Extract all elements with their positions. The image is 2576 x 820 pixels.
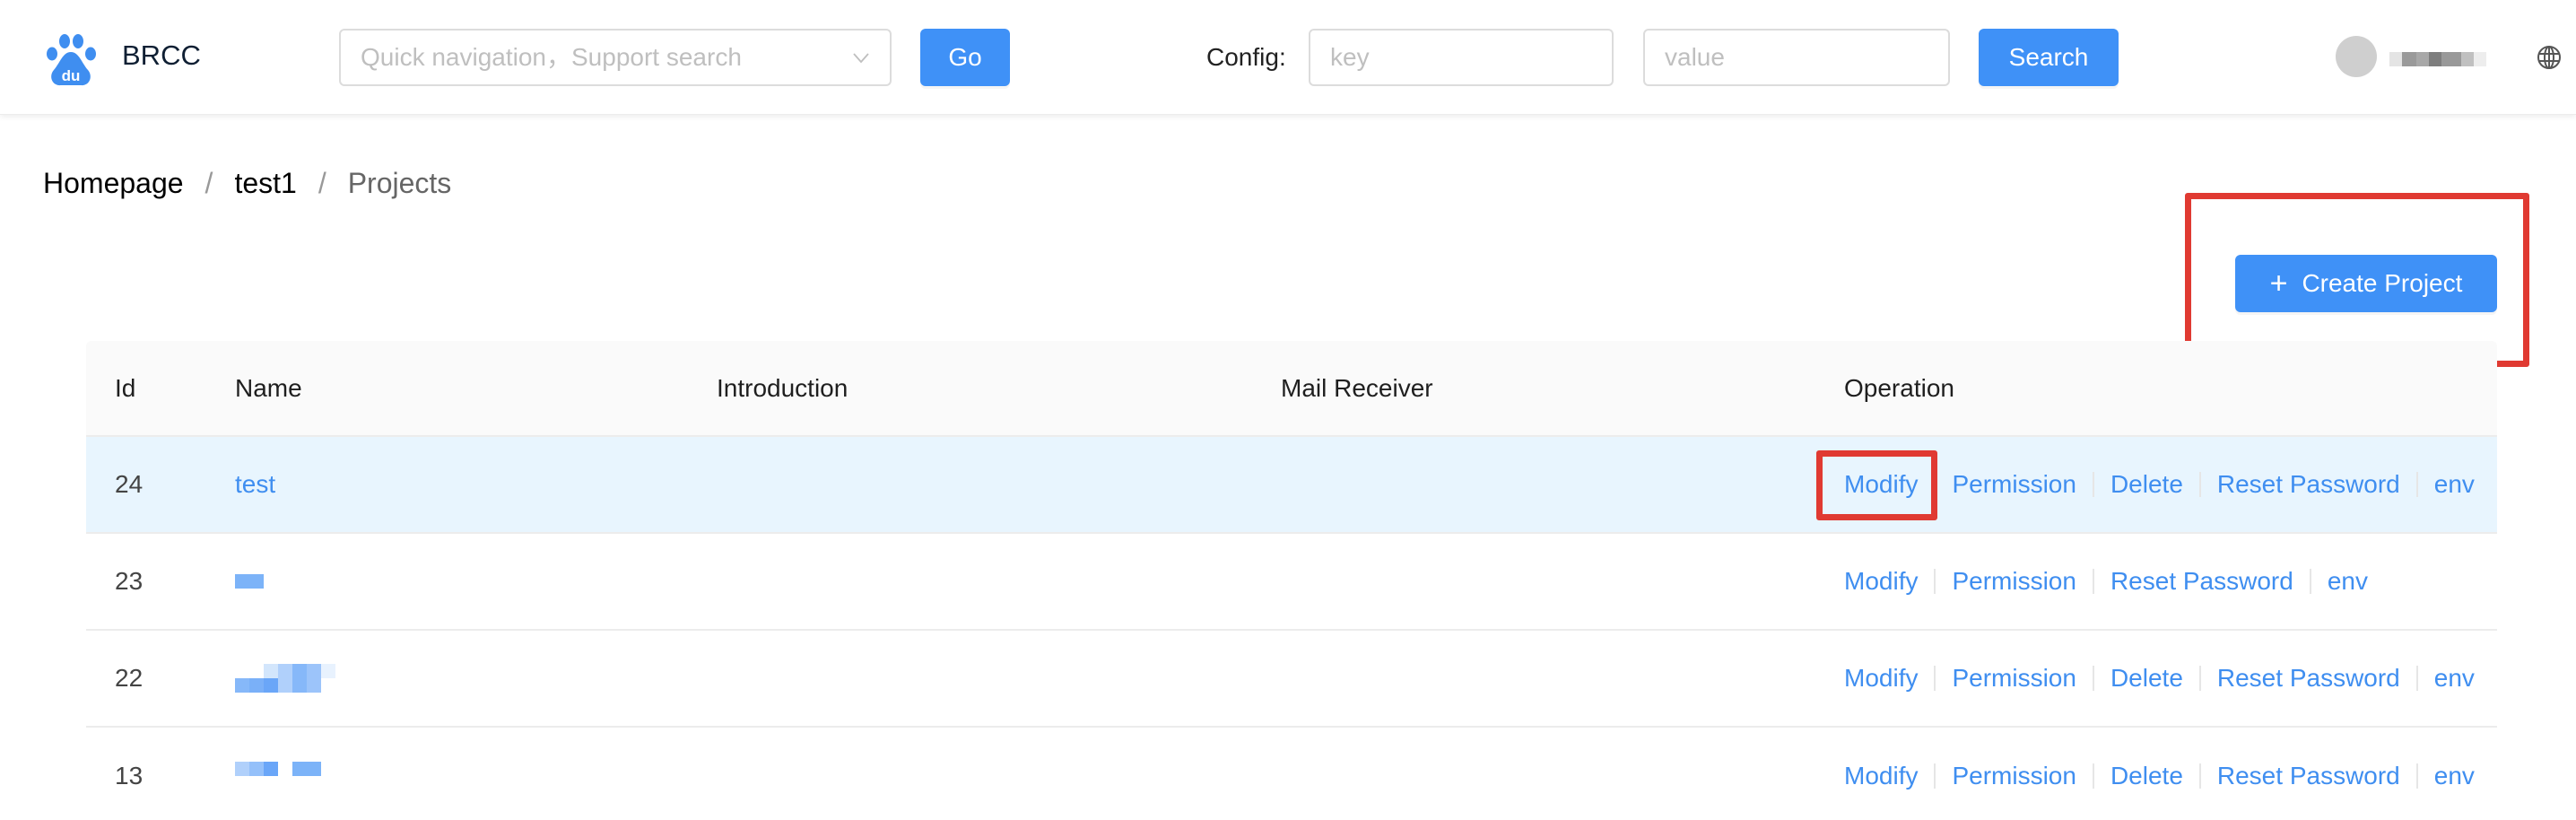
- row-id: 23: [115, 567, 144, 595]
- permission-link[interactable]: Permission: [1952, 664, 2076, 693]
- table-row: 22 Modify Permission Delete Reset Passwo…: [86, 631, 2497, 728]
- divider: [2092, 569, 2094, 594]
- breadcrumb: Homepage / test1 / Projects: [43, 167, 451, 200]
- app-brand[interactable]: BRCC: [122, 39, 201, 72]
- username-obscured[interactable]: [2389, 52, 2506, 66]
- env-link[interactable]: env: [2328, 567, 2368, 596]
- divider: [1934, 666, 1936, 691]
- row-operations: Modify Permission Delete Reset Password …: [1844, 728, 2475, 820]
- svg-text:du: du: [62, 67, 81, 84]
- breadcrumb-projects: Projects: [347, 167, 452, 199]
- divider: [2415, 763, 2418, 789]
- config-value-field[interactable]: [1643, 29, 1950, 86]
- breadcrumb-product[interactable]: test1: [234, 167, 296, 200]
- env-link[interactable]: env: [2434, 762, 2475, 790]
- permission-link[interactable]: Permission: [1952, 567, 2076, 596]
- env-link[interactable]: env: [2434, 664, 2475, 693]
- modify-link[interactable]: Modify: [1844, 567, 1918, 596]
- divider: [1934, 472, 1936, 497]
- project-name-obscured[interactable]: [235, 534, 264, 629]
- divider: [1934, 763, 1936, 789]
- config-key-input[interactable]: [1310, 31, 1612, 84]
- plus-icon: +: [2269, 266, 2288, 301]
- divider: [2415, 666, 2418, 691]
- divider: [2092, 763, 2094, 789]
- globe-language-icon[interactable]: [2537, 45, 2562, 70]
- divider: [2198, 472, 2201, 497]
- modify-link[interactable]: Modify: [1844, 470, 1918, 499]
- go-button[interactable]: Go: [920, 29, 1010, 86]
- row-id: 22: [115, 664, 144, 692]
- modify-link[interactable]: Modify: [1844, 664, 1918, 693]
- project-name-link[interactable]: test: [235, 437, 275, 532]
- baidu-paw-logo-icon[interactable]: du: [45, 32, 97, 86]
- table-header: Id Name Introduction Mail Receiver Opera…: [86, 341, 2497, 437]
- column-header-name: Name: [235, 373, 302, 402]
- create-project-button[interactable]: + Create Project: [2235, 255, 2497, 312]
- quick-navigation-input[interactable]: [361, 31, 845, 84]
- breadcrumb-homepage[interactable]: Homepage: [43, 167, 184, 200]
- project-name-obscured[interactable]: [235, 631, 335, 726]
- delete-link[interactable]: Delete: [2110, 762, 2183, 790]
- project-name-obscured[interactable]: [235, 728, 321, 820]
- reset-password-link[interactable]: Reset Password: [2217, 762, 2400, 790]
- reset-password-link[interactable]: Reset Password: [2217, 470, 2400, 499]
- breadcrumb-separator: /: [318, 167, 326, 199]
- permission-link[interactable]: Permission: [1952, 470, 2076, 499]
- table-row: 24 test Modify Permission Delete Reset P…: [86, 437, 2497, 534]
- divider: [2198, 666, 2201, 691]
- search-button[interactable]: Search: [1979, 29, 2119, 86]
- config-label: Config:: [1206, 43, 1286, 71]
- config-key-field[interactable]: [1309, 29, 1614, 86]
- reset-password-link[interactable]: Reset Password: [2110, 567, 2293, 596]
- reset-password-link[interactable]: Reset Password: [2217, 664, 2400, 693]
- divider: [1934, 569, 1936, 594]
- projects-table: Id Name Introduction Mail Receiver Opera…: [86, 341, 2497, 820]
- table-row: 23 Modify Permission Reset Password env: [86, 534, 2497, 631]
- divider: [2092, 666, 2094, 691]
- chevron-down-icon: [853, 53, 869, 64]
- modify-link[interactable]: Modify: [1844, 762, 1918, 790]
- divider: [2309, 569, 2311, 594]
- row-operations: Modify Permission Delete Reset Password …: [1844, 437, 2475, 532]
- create-project-label: Create Project: [2302, 269, 2463, 297]
- table-row: 13 Modify Permission Delete Reset Passwo…: [86, 728, 2497, 820]
- quick-navigation-select[interactable]: [339, 29, 892, 86]
- column-header-operation: Operation: [1844, 373, 1954, 402]
- divider: [2415, 472, 2418, 497]
- top-header: du BRCC Go Config: Search: [0, 0, 2576, 115]
- row-id: 13: [115, 762, 144, 789]
- divider: [2198, 763, 2201, 789]
- column-header-introduction: Introduction: [717, 373, 849, 402]
- row-id: 24: [115, 470, 144, 498]
- breadcrumb-separator: /: [205, 167, 213, 199]
- column-header-id: Id: [115, 373, 136, 402]
- divider: [2092, 472, 2094, 497]
- config-value-input[interactable]: [1645, 31, 1948, 84]
- user-avatar[interactable]: [2336, 36, 2377, 77]
- delete-link[interactable]: Delete: [2110, 664, 2183, 693]
- row-operations: Modify Permission Delete Reset Password …: [1844, 631, 2475, 726]
- permission-link[interactable]: Permission: [1952, 762, 2076, 790]
- row-operations: Modify Permission Reset Password env: [1844, 534, 2368, 629]
- column-header-mail-receiver: Mail Receiver: [1281, 373, 1433, 402]
- env-link[interactable]: env: [2434, 470, 2475, 499]
- delete-link[interactable]: Delete: [2110, 470, 2183, 499]
